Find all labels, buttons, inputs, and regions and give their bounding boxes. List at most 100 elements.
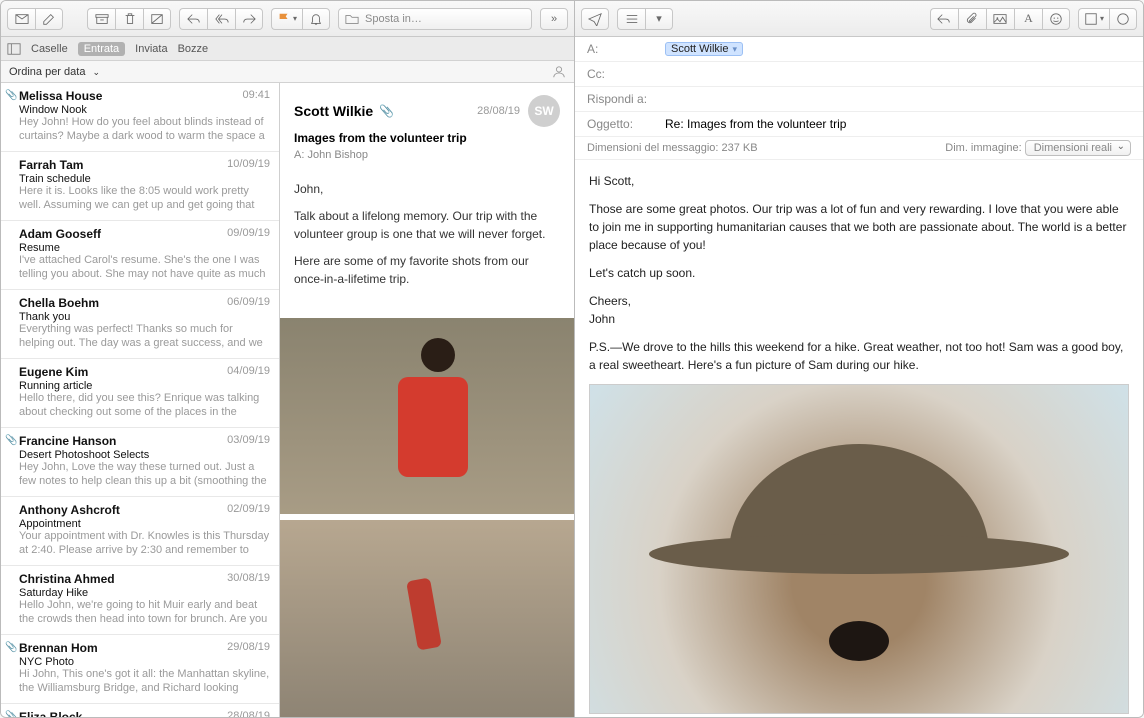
drafts-tab[interactable]: Bozze	[178, 43, 209, 55]
message-sender: Francine Hanson	[19, 434, 116, 448]
move-to-dropdown[interactable]: Sposta in…	[338, 8, 532, 30]
image-size-value: Dimensioni reali	[1034, 142, 1112, 154]
message-item[interactable]: 📎Francine Hanson03/09/19Desert Photoshoo…	[1, 428, 279, 497]
cc-field[interactable]: Cc:	[575, 62, 1143, 87]
attachment-icon: 📎	[5, 711, 17, 717]
message-sender: Eliza Block	[19, 710, 82, 717]
message-item[interactable]: Eugene Kim04/09/19Running articleHello t…	[1, 359, 279, 428]
paperclip-icon	[965, 12, 979, 26]
reply-button[interactable]	[179, 8, 207, 30]
reader-to: John Bishop	[307, 149, 368, 161]
mailboxes-tab[interactable]: Caselle	[31, 43, 68, 55]
get-mail-button[interactable]	[7, 8, 35, 30]
left-pane: ▾ Sposta in… »	[1, 1, 575, 717]
message-item[interactable]: Christina Ahmed30/08/19Saturday HikeHell…	[1, 566, 279, 635]
message-preview: Hey John! How do you feel about blinds i…	[19, 116, 270, 144]
compose-body[interactable]: Hi Scott, Those are some great photos. O…	[575, 160, 1143, 717]
format-dropdown-button[interactable]: ▾	[645, 8, 673, 30]
message-preview: Hello there, did you see this? Enrique w…	[19, 392, 270, 420]
message-item[interactable]: 📎Brennan Hom29/08/19NYC PhotoHi John, Th…	[1, 635, 279, 704]
compose-icon	[42, 12, 56, 26]
header-fields-button[interactable]	[617, 8, 645, 30]
chevron-down-icon: ⌄	[93, 67, 101, 77]
to-label: A:	[294, 149, 304, 161]
image-size-dropdown[interactable]: Dimensioni reali	[1025, 140, 1131, 156]
photo-button[interactable]	[986, 8, 1014, 30]
attachment-icon: 📎	[5, 435, 17, 446]
markup-icon	[1084, 12, 1098, 26]
reader-from: Scott Wilkie	[294, 103, 373, 119]
overflow-button[interactable]: »	[540, 8, 568, 30]
forward-button[interactable]	[235, 8, 263, 30]
message-item[interactable]: 📎Eliza Block28/08/19Team outing successH…	[1, 704, 279, 717]
chevron-down-icon: ▾	[293, 14, 297, 23]
inline-image[interactable]	[589, 384, 1129, 714]
message-item[interactable]: Adam Gooseff09/09/19ResumeI've attached …	[1, 221, 279, 290]
reply-to-field[interactable]: Rispondi a:	[575, 87, 1143, 112]
archive-button[interactable]	[87, 8, 115, 30]
reply-inline-button[interactable]	[930, 8, 958, 30]
message-preview: Everything was perfect! Thanks so much f…	[19, 323, 270, 351]
compose-button[interactable]	[35, 8, 63, 30]
delete-button[interactable]	[115, 8, 143, 30]
message-subject: NYC Photo	[19, 656, 270, 668]
contact-icon[interactable]	[552, 65, 566, 79]
message-item[interactable]: 📎Melissa House09:41Window NookHey John! …	[1, 83, 279, 152]
compose-paragraph: Let's catch up soon.	[589, 264, 1129, 282]
message-date: 02/09/19	[227, 503, 270, 517]
reply-all-icon	[215, 12, 229, 26]
message-sender: Christina Ahmed	[19, 572, 115, 586]
flag-button[interactable]: ▾	[271, 8, 302, 30]
subject-field[interactable]: Oggetto: Re: Images from the volunteer t…	[575, 112, 1143, 137]
emoji-button[interactable]	[1042, 8, 1070, 30]
sidebar-toggle-icon[interactable]	[7, 42, 21, 56]
attach-button[interactable]	[958, 8, 986, 30]
inbox-tab[interactable]: Entrata	[78, 42, 125, 56]
attachment-icon: 📎	[5, 90, 17, 101]
envelope-icon	[15, 12, 29, 26]
message-sender: Melissa House	[19, 89, 102, 103]
share-button[interactable]	[1109, 8, 1137, 30]
sort-bar[interactable]: Ordina per data ⌄	[1, 61, 574, 83]
reader-paragraph: Here are some of my favorite shots from …	[294, 253, 560, 288]
attachment-icon: 📎	[379, 104, 394, 118]
markup-button[interactable]: ▾	[1078, 8, 1109, 30]
message-sender: Farrah Tam	[19, 158, 83, 172]
bell-icon	[309, 12, 323, 26]
compose-paragraph: P.S.—We drove to the hills this weekend …	[589, 338, 1129, 374]
message-sender: Eugene Kim	[19, 365, 88, 379]
format-button[interactable]: A	[1014, 8, 1042, 30]
message-preview: Hey John, Love the way these turned out.…	[19, 461, 270, 489]
junk-button[interactable]	[143, 8, 171, 30]
sent-tab[interactable]: Inviata	[135, 43, 167, 55]
to-label: A:	[587, 42, 657, 56]
reader-header: Scott Wilkie 📎 28/08/19 SW Images from t…	[280, 83, 574, 167]
font-icon: A	[1024, 11, 1033, 26]
mute-button[interactable]	[302, 8, 330, 30]
sort-label: Ordina per data	[9, 66, 85, 78]
reply-all-button[interactable]	[207, 8, 235, 30]
compose-paragraph: Cheers,	[589, 294, 631, 308]
message-subject: Running article	[19, 380, 270, 392]
message-sender: Chella Boehm	[19, 296, 99, 310]
to-field[interactable]: A: Scott Wilkie ▾	[575, 37, 1143, 62]
recipient-name: Scott Wilkie	[671, 43, 728, 55]
message-item[interactable]: Farrah Tam10/09/19Train scheduleHere it …	[1, 152, 279, 221]
attachment-image[interactable]	[280, 520, 574, 717]
message-item[interactable]: Anthony Ashcroft02/09/19AppointmentYour …	[1, 497, 279, 566]
reply-to-label: Rispondi a:	[587, 92, 647, 106]
message-list[interactable]: 📎Melissa House09:41Window NookHey John! …	[1, 83, 280, 717]
subject-value: Re: Images from the volunteer trip	[665, 117, 846, 131]
message-subject: Resume	[19, 242, 270, 254]
junk-icon	[150, 12, 164, 26]
chevron-down-icon: ▾	[656, 12, 662, 25]
send-button[interactable]	[581, 8, 609, 30]
compose-paragraph: Those are some great photos. Our trip wa…	[589, 200, 1129, 254]
reader-date: 28/08/19	[477, 105, 520, 117]
image-size-label: Dim. immagine:	[945, 142, 1021, 154]
attachment-image[interactable]	[280, 318, 574, 515]
message-date: 09/09/19	[227, 227, 270, 241]
mailbox-tabs: Caselle Entrata Inviata Bozze	[1, 37, 574, 61]
recipient-pill[interactable]: Scott Wilkie ▾	[665, 42, 743, 56]
message-item[interactable]: Chella Boehm06/09/19Thank youEverything …	[1, 290, 279, 359]
